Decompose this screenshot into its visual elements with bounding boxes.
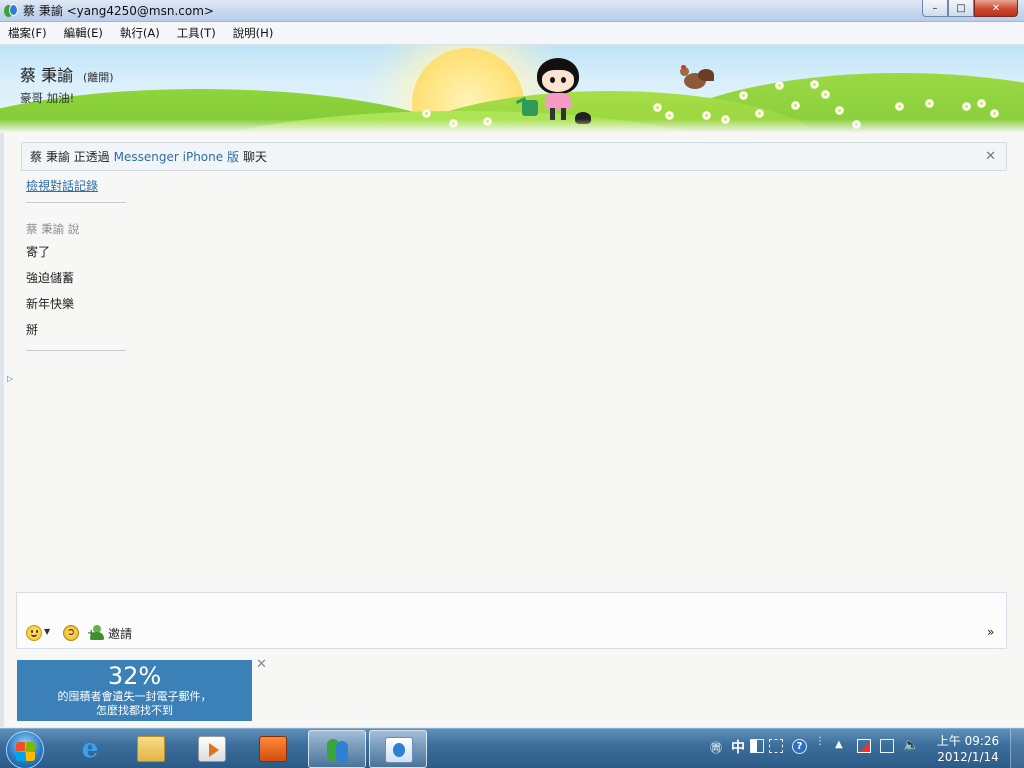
tray-ime-indicator[interactable]: 中 — [731, 737, 745, 757]
taskbar: e ㉄ 中 ? ⋮ ▲ 🔈 上午 09:26 2012/1/14 — [0, 728, 1024, 768]
wink-icon[interactable]: ➲ — [63, 625, 79, 641]
show-desktop-button[interactable] — [1010, 729, 1024, 768]
ad-line: 怎麼找都找不到 — [96, 704, 173, 717]
rooster-illustration — [680, 65, 714, 95]
taskbar-internet-explorer[interactable]: e — [61, 730, 119, 768]
taskbar-clock[interactable]: 上午 09:26 2012/1/14 — [930, 733, 1006, 765]
taskbar-conversation-window[interactable] — [369, 730, 427, 768]
contact-name[interactable]: 蔡 秉諭 — [20, 62, 73, 86]
media-player-icon — [198, 736, 226, 762]
ad-headline: 32% — [107, 662, 162, 690]
message-line: 新年快樂 — [26, 297, 75, 311]
info-bar-suffix: 聊天 — [242, 150, 267, 164]
messenger-app-icon[interactable] — [3, 3, 19, 19]
tray-action-center-icon[interactable] — [857, 739, 871, 753]
flower-decoration — [963, 103, 970, 110]
tray-volume-icon[interactable]: 🔈 — [903, 738, 919, 753]
flower-decoration — [654, 104, 661, 111]
flower-decoration — [822, 91, 829, 98]
divider — [26, 202, 126, 203]
internet-explorer-icon: e — [81, 734, 99, 764]
flower-decoration — [666, 112, 673, 119]
window-title: 蔡 秉諭 <yang4250@msn.com> — [23, 4, 214, 18]
close-button[interactable]: ✕ — [974, 0, 1018, 17]
flower-decoration — [776, 82, 783, 89]
menu-file[interactable]: 檔案(F) — [8, 25, 47, 41]
view-history-link[interactable]: 檢視對話記錄 — [26, 177, 98, 194]
flower-decoration — [792, 102, 799, 109]
taskbar-snipping-tool[interactable] — [244, 730, 302, 768]
clock-time: 上午 09:26 — [936, 734, 1000, 748]
conversation-window-icon — [385, 737, 413, 763]
emoticon-dropdown-icon[interactable]: ▼ — [44, 627, 50, 636]
menu-actions[interactable]: 執行(A) — [120, 25, 160, 41]
message-line: 寄了 — [26, 245, 51, 259]
menu-bar: 檔案(F) 編輯(E) 執行(A) 工具(T) 說明(H) — [0, 22, 1024, 45]
tray-keyboard-icon[interactable] — [769, 739, 783, 753]
tray-ime-mode-icon[interactable] — [750, 739, 764, 753]
invite-icon[interactable]: + — [87, 624, 105, 641]
flower-decoration — [991, 110, 998, 117]
messenger-icon — [324, 737, 352, 763]
message-line: 強迫儲蓄 — [26, 271, 75, 285]
flower-decoration — [703, 112, 710, 119]
start-button[interactable] — [6, 731, 44, 768]
message-line: 掰 — [26, 323, 39, 337]
maximize-button[interactable]: □ — [948, 0, 974, 17]
tray-language-icon[interactable]: ㉄ — [710, 739, 722, 756]
info-bar-prefix: 蔡 秉諭 正透過 — [30, 150, 110, 164]
flower-decoration — [756, 110, 763, 117]
tray-help-icon[interactable]: ? — [792, 739, 807, 754]
message-input[interactable] — [16, 592, 1007, 649]
menu-tools[interactable]: 工具(T) — [177, 25, 216, 41]
menu-help[interactable]: 說明(H) — [233, 25, 274, 41]
title-bar[interactable]: 蔡 秉諭 <yang4250@msn.com> – □ ✕ — [0, 0, 1024, 22]
contact-header: 蔡 秉諭 (離開) 豪哥 加油! — [0, 45, 1024, 133]
flower-decoration — [811, 81, 818, 88]
info-bar-close-icon[interactable]: ✕ — [985, 149, 996, 164]
taskbar-media-player[interactable] — [183, 730, 241, 768]
more-options-icon[interactable]: » — [987, 625, 994, 639]
snipping-tool-icon — [259, 736, 287, 762]
window-controls: – □ ✕ — [922, 0, 1018, 17]
expand-sidebar-icon[interactable]: ▷ — [7, 374, 13, 383]
tray-network-icon[interactable] — [880, 739, 894, 753]
sender-line: 蔡 秉諭 說 — [26, 222, 80, 236]
flower-decoration — [896, 103, 903, 110]
ad-close-icon[interactable]: ✕ — [256, 657, 267, 672]
flower-decoration — [926, 100, 933, 107]
messenger-iphone-link[interactable]: Messenger iPhone 版 — [114, 148, 239, 165]
menu-edit[interactable]: 編輯(E) — [64, 25, 103, 41]
flower-decoration — [423, 110, 430, 117]
header-fade — [0, 119, 1024, 133]
tray-show-hidden-icon[interactable]: ▲ — [835, 739, 843, 750]
folder-icon — [137, 736, 165, 762]
taskbar-messenger[interactable] — [308, 730, 366, 768]
tray-options-icon[interactable]: ⋮ — [815, 737, 825, 747]
ad-banner[interactable]: 32% 的囤積者會遺失一封電子郵件， 怎麼找都找不到 — [17, 660, 252, 721]
clock-date: 2012/1/14 — [937, 750, 999, 764]
flower-decoration — [740, 92, 747, 99]
invite-button[interactable]: 邀請 — [108, 625, 132, 642]
flower-decoration — [978, 100, 985, 107]
contact-status: (離開) — [83, 71, 114, 84]
minimize-button[interactable]: – — [922, 0, 948, 17]
flower-decoration — [836, 107, 843, 114]
divider — [26, 350, 126, 351]
taskbar-file-explorer[interactable] — [122, 730, 180, 768]
emoticon-icon[interactable] — [26, 625, 42, 641]
contact-personal-message: 豪哥 加油! — [20, 91, 75, 105]
ad-line: 的囤積者會遺失一封電子郵件， — [57, 690, 212, 703]
info-bar: 蔡 秉諭 正透過 Messenger iPhone 版 聊天 ✕ — [21, 142, 1007, 171]
